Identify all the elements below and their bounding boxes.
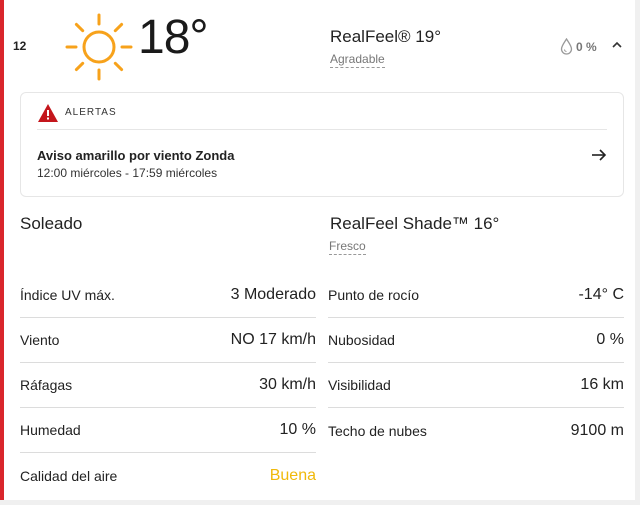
detail-label: Índice UV máx.: [20, 287, 115, 303]
warning-icon: [38, 104, 58, 122]
detail-label: Visibilidad: [328, 377, 391, 393]
detail-row-gusts: Ráfagas 30 km/h: [20, 363, 316, 408]
alert-divider: [37, 129, 607, 130]
detail-value: NO 17 km/h: [230, 331, 316, 348]
precipitation-value: 0 %: [576, 40, 597, 54]
detail-value: -14° C: [578, 286, 624, 303]
detail-row-cloud-ceiling: Techo de nubes 9100 m: [328, 408, 624, 453]
drop-icon: [560, 38, 573, 55]
detail-label: Calidad del aire: [20, 467, 118, 484]
temperature: 18°: [138, 11, 209, 64]
realfeel-description[interactable]: Agradable: [330, 52, 385, 68]
detail-label: Humedad: [20, 422, 81, 438]
detail-value: 10 %: [279, 421, 316, 438]
detail-row-visibility: Visibilidad 16 km: [328, 363, 624, 408]
chevron-up-icon[interactable]: [610, 38, 624, 52]
air-quality-link[interactable]: Buena: [270, 467, 316, 485]
detail-row-cloud-cover: Nubosidad 0 %: [328, 318, 624, 363]
alert-name[interactable]: Aviso amarillo por viento Zonda: [37, 148, 234, 163]
hour-label: 12: [13, 39, 27, 53]
sun-icon: [65, 13, 133, 81]
detail-label: Ráfagas: [20, 377, 73, 393]
hourly-forecast-card: 12 18° RealFeel® 19° Agradable 0 % ALERT…: [0, 0, 635, 500]
detail-row-dew-point: Punto de rocío -14° C: [328, 273, 624, 318]
detail-row-uv: Índice UV máx. 3 Moderado: [20, 273, 316, 318]
realfeel-shade-value: RealFeel Shade™ 16°: [330, 214, 500, 233]
detail-label: Techo de nubes: [328, 422, 427, 439]
detail-value: 30 km/h: [259, 376, 316, 393]
detail-label: Punto de rocío: [328, 287, 420, 303]
realfeel-value: RealFeel® 19°: [330, 27, 441, 46]
detail-row-humidity: Humedad 10 %: [20, 408, 316, 453]
arrow-right-icon[interactable]: [591, 148, 607, 162]
condition-summary: Soleado: [20, 214, 83, 233]
detail-value: 16 km: [580, 376, 624, 393]
detail-value: 9100 m: [570, 421, 624, 439]
detail-label: Nubosidad: [328, 332, 395, 348]
detail-value: 3 Moderado: [230, 286, 316, 303]
detail-label: Viento: [20, 332, 60, 348]
alert-time: 12:00 miércoles - 17:59 miércoles: [37, 166, 218, 180]
detail-row-air-quality: Calidad del aire Buena: [20, 453, 316, 498]
details-left-column: Índice UV máx. 3 Moderado Viento NO 17 k…: [20, 273, 316, 498]
detail-value: 0 %: [596, 331, 624, 348]
detail-row-wind: Viento NO 17 km/h: [20, 318, 316, 363]
alert-title: ALERTAS: [65, 107, 117, 118]
alert-box[interactable]: ALERTAS Aviso amarillo por viento Zonda …: [20, 92, 624, 197]
realfeel-shade-description[interactable]: Fresco: [329, 239, 366, 255]
details-right-column: Punto de rocío -14° C Nubosidad 0 % Visi…: [328, 273, 624, 453]
